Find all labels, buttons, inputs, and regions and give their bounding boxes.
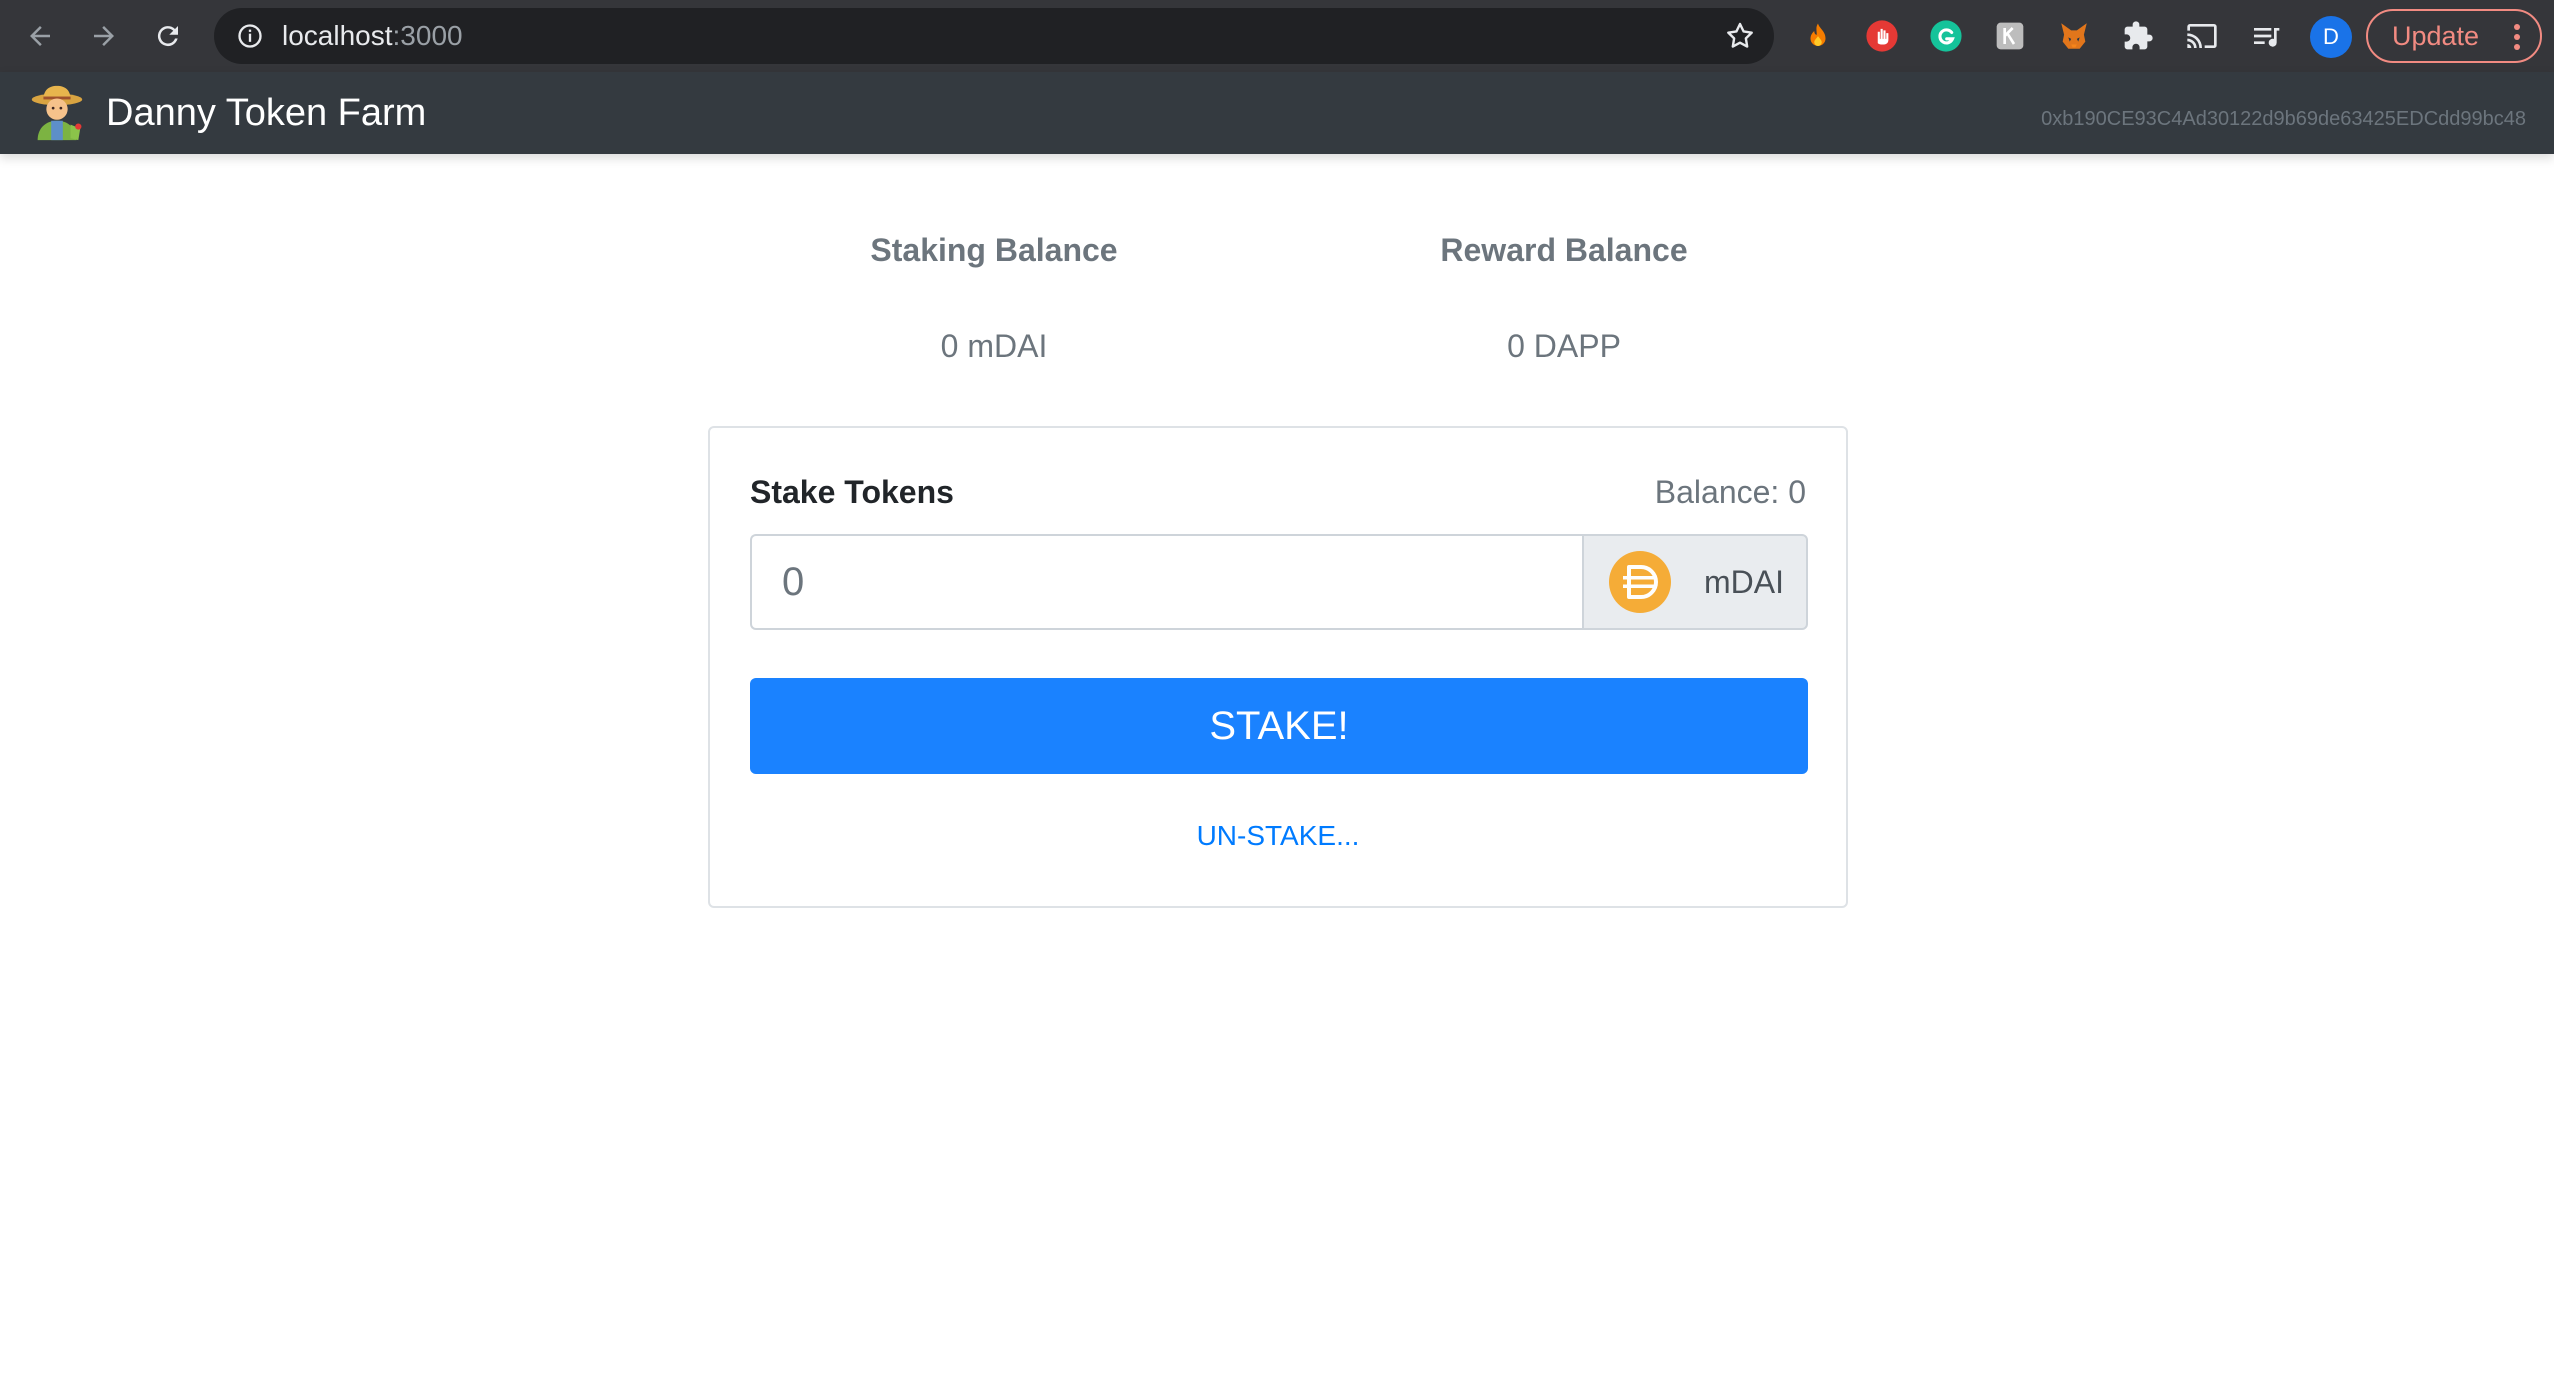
url-port: :3000	[392, 20, 463, 51]
profile-avatar[interactable]: D	[2310, 16, 2352, 58]
extensions-puzzle-icon[interactable]	[2120, 18, 2156, 54]
stop-hand-extension-icon[interactable]	[1864, 18, 1900, 54]
address-bar[interactable]: localhost:3000	[214, 8, 1774, 64]
reload-icon[interactable]	[148, 16, 188, 56]
gray-extension-icon[interactable]	[1992, 18, 2028, 54]
stake-amount-input[interactable]	[750, 534, 1582, 630]
dai-coin-icon	[1608, 550, 1672, 614]
account-address: 0xb190CE93C4Ad30122d9b69de63425EDCdd99bc…	[2041, 108, 2526, 130]
token-symbol: mDAI	[1704, 563, 1784, 600]
info-icon[interactable]	[236, 22, 264, 55]
stake-button[interactable]: STAKE!	[750, 678, 1808, 774]
stake-input-group: mDAI	[750, 534, 1808, 630]
grammarly-icon[interactable]	[1928, 18, 1964, 54]
stake-card: Stake Tokens Balance: 0 mDAI STAKE! UN-S…	[708, 426, 1848, 908]
staking-balance-heading: Staking Balance	[870, 232, 1118, 268]
kebab-menu-icon[interactable]	[2512, 23, 2522, 56]
stake-card-title: Stake Tokens	[750, 474, 954, 510]
browser-toolbar: localhost:3000 D Update	[0, 0, 2554, 72]
back-icon[interactable]	[20, 16, 60, 56]
cast-icon[interactable]	[2184, 18, 2220, 54]
fire-extension-icon[interactable]	[1800, 18, 1836, 54]
unstake-link[interactable]: UN-STAKE...	[710, 820, 1846, 852]
reward-balance-heading: Reward Balance	[1440, 232, 1688, 268]
url-text: localhost:3000	[282, 8, 463, 64]
staking-balance-section: Staking Balance 0 mDAI	[744, 226, 1244, 370]
token-balance: Balance: 0	[1654, 474, 1806, 510]
update-button[interactable]: Update	[2366, 9, 2542, 63]
app-navbar: Danny Token Farm 0xb190CE93C4Ad30122d9b6…	[0, 72, 2554, 154]
bookmark-star-icon[interactable]	[1724, 20, 1756, 57]
staking-balance-value: 0 mDAI	[940, 328, 1048, 364]
update-label: Update	[2392, 20, 2480, 51]
token-addon: mDAI	[1582, 534, 1808, 630]
metamask-fox-icon[interactable]	[2056, 18, 2092, 54]
app-title: Danny Token Farm	[106, 92, 427, 134]
url-host: localhost	[282, 20, 393, 51]
reward-balance-value: 0 DAPP	[1507, 328, 1621, 364]
farmer-icon	[26, 82, 88, 149]
reward-balance-section: Reward Balance 0 DAPP	[1314, 226, 1814, 370]
media-queue-icon[interactable]	[2248, 18, 2284, 54]
forward-icon[interactable]	[84, 16, 124, 56]
